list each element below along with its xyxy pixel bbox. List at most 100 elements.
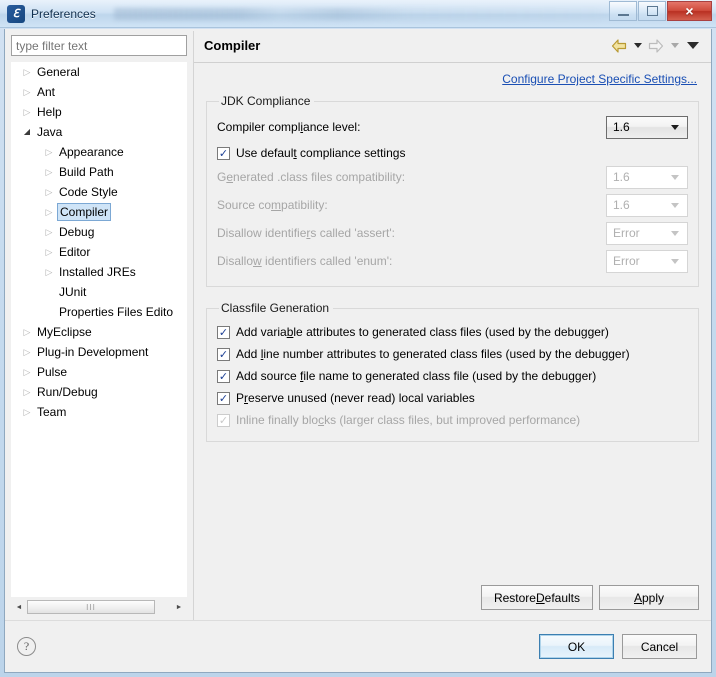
close-button[interactable]: ×: [667, 1, 712, 21]
sidebar-item-compiler[interactable]: ▷ Compiler: [11, 202, 187, 222]
twisty-collapsed-icon[interactable]: ▷: [19, 387, 35, 397]
maximize-button[interactable]: [638, 1, 666, 21]
compliance-row-1: Source compatibility: 1.6: [217, 192, 688, 218]
apply-button-row: Restore Defaults Apply: [194, 585, 711, 620]
sidebar-item-build-path[interactable]: ▷ Build Path: [11, 162, 187, 182]
sidebar-item-label: Editor: [59, 245, 91, 259]
label-part: Add source: [236, 369, 301, 383]
minimize-button[interactable]: [609, 1, 637, 21]
compliance-row-combo: 1.6: [606, 193, 688, 217]
label-part: Source co: [217, 198, 272, 212]
checkbox-label: Use default compliance settings: [236, 146, 405, 160]
classfile-checkbox-1[interactable]: ✓ Add line number attributes to generated…: [217, 343, 688, 365]
chevron-down-icon: [687, 42, 699, 49]
checkbox-box: ✓: [217, 369, 230, 383]
sidebar-item-ant[interactable]: ▷ Ant: [11, 82, 187, 102]
checkbox-label: Preserve unused (never read) local varia…: [236, 391, 475, 405]
sidebar-item-label: Installed JREs: [59, 265, 136, 279]
sidebar-item-label: Team: [37, 405, 67, 419]
checkbox-box: ✓: [217, 391, 230, 405]
sidebar-item-team[interactable]: ▷ Team: [11, 402, 187, 422]
forward-arrow-icon: [646, 36, 666, 56]
scrollbar-track[interactable]: III: [27, 599, 171, 615]
sidebar-item-plug-in-development[interactable]: ▷ Plug-in Development: [11, 342, 187, 362]
back-arrow-glyph: [611, 38, 627, 53]
sidebar-item-pulse[interactable]: ▷ Pulse: [11, 362, 187, 382]
compliance-row-combo: 1.6: [606, 165, 688, 189]
compliance-sub-rows: Generated .class files compatibility: 1.6…: [217, 164, 688, 274]
combo-value: 1.6: [613, 198, 630, 212]
classfile-checkbox-list: ✓ Add variable attributes to generated cl…: [217, 321, 688, 431]
twisty-collapsed-icon[interactable]: ▷: [41, 147, 57, 157]
back-dropdown-icon[interactable]: [631, 36, 644, 56]
twisty-collapsed-icon[interactable]: ▷: [41, 207, 57, 217]
label-part: ance level:: [303, 120, 361, 134]
view-menu-icon[interactable]: [683, 36, 703, 56]
scrollbar-thumb[interactable]: III: [27, 600, 155, 614]
chevron-down-icon: [670, 43, 679, 48]
label-part: Disallow identifie: [217, 226, 307, 240]
label-part: le attributes to generated class files (…: [293, 325, 609, 339]
twisty-expanded-icon[interactable]: ◢: [19, 128, 35, 136]
twisty-collapsed-icon[interactable]: ▷: [41, 187, 57, 197]
classfile-checkbox-3[interactable]: ✓ Preserve unused (never read) local vari…: [217, 387, 688, 409]
restore-defaults-button[interactable]: Restore Defaults: [480, 585, 593, 610]
dialog-body: ▷General▷Ant▷Help◢Java▷Appearance▷Build …: [4, 29, 712, 673]
sidebar-item-run-debug[interactable]: ▷ Run/Debug: [11, 382, 187, 402]
checkbox-box: ✓: [217, 146, 230, 160]
label-part: efaults: [544, 590, 580, 605]
label-part: Disallo: [217, 254, 254, 268]
twisty-collapsed-icon[interactable]: ▷: [19, 107, 35, 117]
sidebar-item-appearance[interactable]: ▷ Appearance: [11, 142, 187, 162]
sidebar-item-java[interactable]: ◢ Java: [11, 122, 187, 142]
help-icon[interactable]: ?: [17, 637, 36, 656]
sidebar-item-label: Pulse: [37, 365, 68, 379]
sidebar-item-installed-jres[interactable]: ▷ Installed JREs: [11, 262, 187, 282]
label-part: eserve unused (never read) local variabl…: [248, 391, 475, 405]
twisty-collapsed-icon[interactable]: ▷: [19, 367, 35, 377]
sidebar-item-help[interactable]: ▷ Help: [11, 102, 187, 122]
sidebar-item-label: Code Style: [59, 185, 118, 199]
use-default-compliance-checkbox[interactable]: ✓ Use default compliance settings: [217, 142, 688, 164]
compiler-compliance-level-combo[interactable]: 1.6: [606, 115, 688, 139]
label-mnemonic: w: [253, 254, 262, 268]
preferences-tree[interactable]: ▷ General ▷ Ant ▷ Help ◢ Java ▷ Appearance ▷ Build …: [11, 62, 187, 597]
sidebar-item-label: Run/Debug: [37, 385, 98, 399]
sidebar-item-myeclipse[interactable]: ▷ MyEclipse: [11, 322, 187, 342]
sidebar-item-properties-files-edito[interactable]: Properties Files Edito: [11, 302, 187, 322]
filter-input[interactable]: [11, 35, 187, 56]
dialog-footer: ? OK Cancel: [5, 620, 711, 672]
tree-horizontal-scrollbar[interactable]: ◄ III ►: [11, 599, 187, 615]
compliance-row-label: Source compatibility:: [217, 198, 606, 212]
scroll-left-arrow-icon[interactable]: ◄: [11, 599, 27, 615]
checkbox-box: ✓: [217, 413, 230, 427]
combo-value: 1.6: [613, 120, 630, 134]
sidebar-item-debug[interactable]: ▷ Debug: [11, 222, 187, 242]
cancel-button[interactable]: Cancel: [622, 634, 697, 659]
classfile-checkbox-2[interactable]: ✓ Add source file name to generated class…: [217, 365, 688, 387]
classfile-checkbox-0[interactable]: ✓ Add variable attributes to generated cl…: [217, 321, 688, 343]
twisty-collapsed-icon[interactable]: ▷: [19, 87, 35, 97]
scroll-right-arrow-icon[interactable]: ►: [171, 599, 187, 615]
page-header-toolbar: [609, 36, 703, 56]
sidebar-item-junit[interactable]: JUnit: [11, 282, 187, 302]
sidebar-item-code-style[interactable]: ▷ Code Style: [11, 182, 187, 202]
twisty-collapsed-icon[interactable]: ▷: [41, 267, 57, 277]
sidebar-item-general[interactable]: ▷ General: [11, 62, 187, 82]
label-part: patibility:: [281, 198, 328, 212]
twisty-collapsed-icon[interactable]: ▷: [41, 247, 57, 257]
back-arrow-icon[interactable]: [609, 36, 629, 56]
ok-button[interactable]: OK: [539, 634, 614, 659]
twisty-collapsed-icon[interactable]: ▷: [19, 67, 35, 77]
sidebar-item-editor[interactable]: ▷ Editor: [11, 242, 187, 262]
configure-project-specific-settings-link[interactable]: Configure Project Specific Settings...: [502, 72, 697, 86]
label-part: Add varia: [236, 325, 287, 339]
apply-button[interactable]: Apply: [599, 585, 699, 610]
project-settings-link-row: Configure Project Specific Settings...: [206, 72, 697, 86]
twisty-collapsed-icon[interactable]: ▷: [41, 227, 57, 237]
twisty-collapsed-icon[interactable]: ▷: [19, 347, 35, 357]
twisty-collapsed-icon[interactable]: ▷: [41, 167, 57, 177]
twisty-collapsed-icon[interactable]: ▷: [19, 327, 35, 337]
twisty-collapsed-icon[interactable]: ▷: [19, 407, 35, 417]
window-controls: ×: [609, 0, 712, 27]
